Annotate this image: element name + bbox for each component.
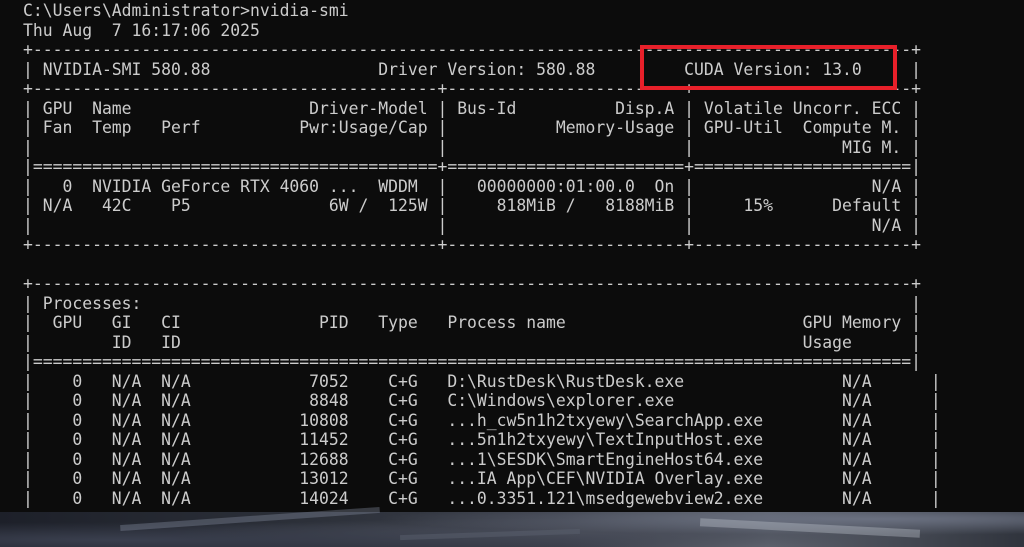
terminal-line: | 0 NVIDIA GeForce RTX 4060 ... WDDM | 0… <box>23 176 921 196</box>
terminal-line: | | | N/A | <box>23 215 921 235</box>
wallpaper-streak <box>399 528 581 541</box>
terminal-line: | GPU GI CI PID Type Process name GPU Me… <box>23 313 921 332</box>
terminal-line: | 0 N/A N/A 7052 C+G D:\RustDesk\RustDes… <box>23 371 941 391</box>
terminal-line: +---------------------------------------… <box>23 274 921 293</box>
terminal-line: | 0 N/A N/A 11452 C+G ...5n1h2txyewy\Tex… <box>23 430 941 449</box>
terminal-line: | Fan Temp Perf Pwr:Usage/Cap | Memory-U… <box>23 118 921 137</box>
wallpaper-streak <box>699 518 921 538</box>
desktop-wallpaper <box>0 506 1024 547</box>
terminal-line: | 0 N/A N/A 12688 C+G ...1\SESDK\SmartEn… <box>23 449 941 469</box>
terminal-line: C:\Users\Administrator>nvidia-smi <box>23 1 349 20</box>
terminal-window[interactable]: C:\Users\Administrator>nvidia-smi Thu Aug… <box>0 0 1024 512</box>
terminal-line: | Processes: | <box>23 293 921 313</box>
terminal-line: Thu Aug 7 16:17:06 2025 <box>23 20 260 40</box>
terminal-output[interactable]: C:\Users\Administrator>nvidia-smi Thu Aug… <box>23 1 941 508</box>
terminal-line: | 0 N/A N/A 8848 C+G C:\Windows\explorer… <box>23 391 941 410</box>
terminal-line: |=======================================… <box>23 157 921 176</box>
terminal-line: | ID ID Usage | <box>23 332 921 352</box>
terminal-line: | N/A 42C P5 6W / 125W | 818MiB / 8188Mi… <box>23 196 921 215</box>
terminal-line: | 0 N/A N/A 10808 C+G ...h_cw5n1h2txyewy… <box>23 410 941 430</box>
terminal-line: | NVIDIA-SMI 580.88 Driver Version: 580.… <box>23 59 921 79</box>
terminal-line: +---------------------------------------… <box>23 40 921 59</box>
terminal-line: +---------------------------------------… <box>23 79 921 98</box>
terminal-line: | 0 N/A N/A 13012 C+G ...IA App\CEF\NVID… <box>23 469 941 488</box>
terminal-line: | | | MIG M. | <box>23 137 921 157</box>
terminal-line: +---------------------------------------… <box>23 235 921 254</box>
terminal-line: |=======================================… <box>23 352 921 371</box>
terminal-line: | 0 N/A N/A 14024 C+G ...0.3351.121\msed… <box>23 488 941 508</box>
terminal-line: | GPU Name Driver-Model | Bus-Id Disp.A … <box>23 98 921 118</box>
